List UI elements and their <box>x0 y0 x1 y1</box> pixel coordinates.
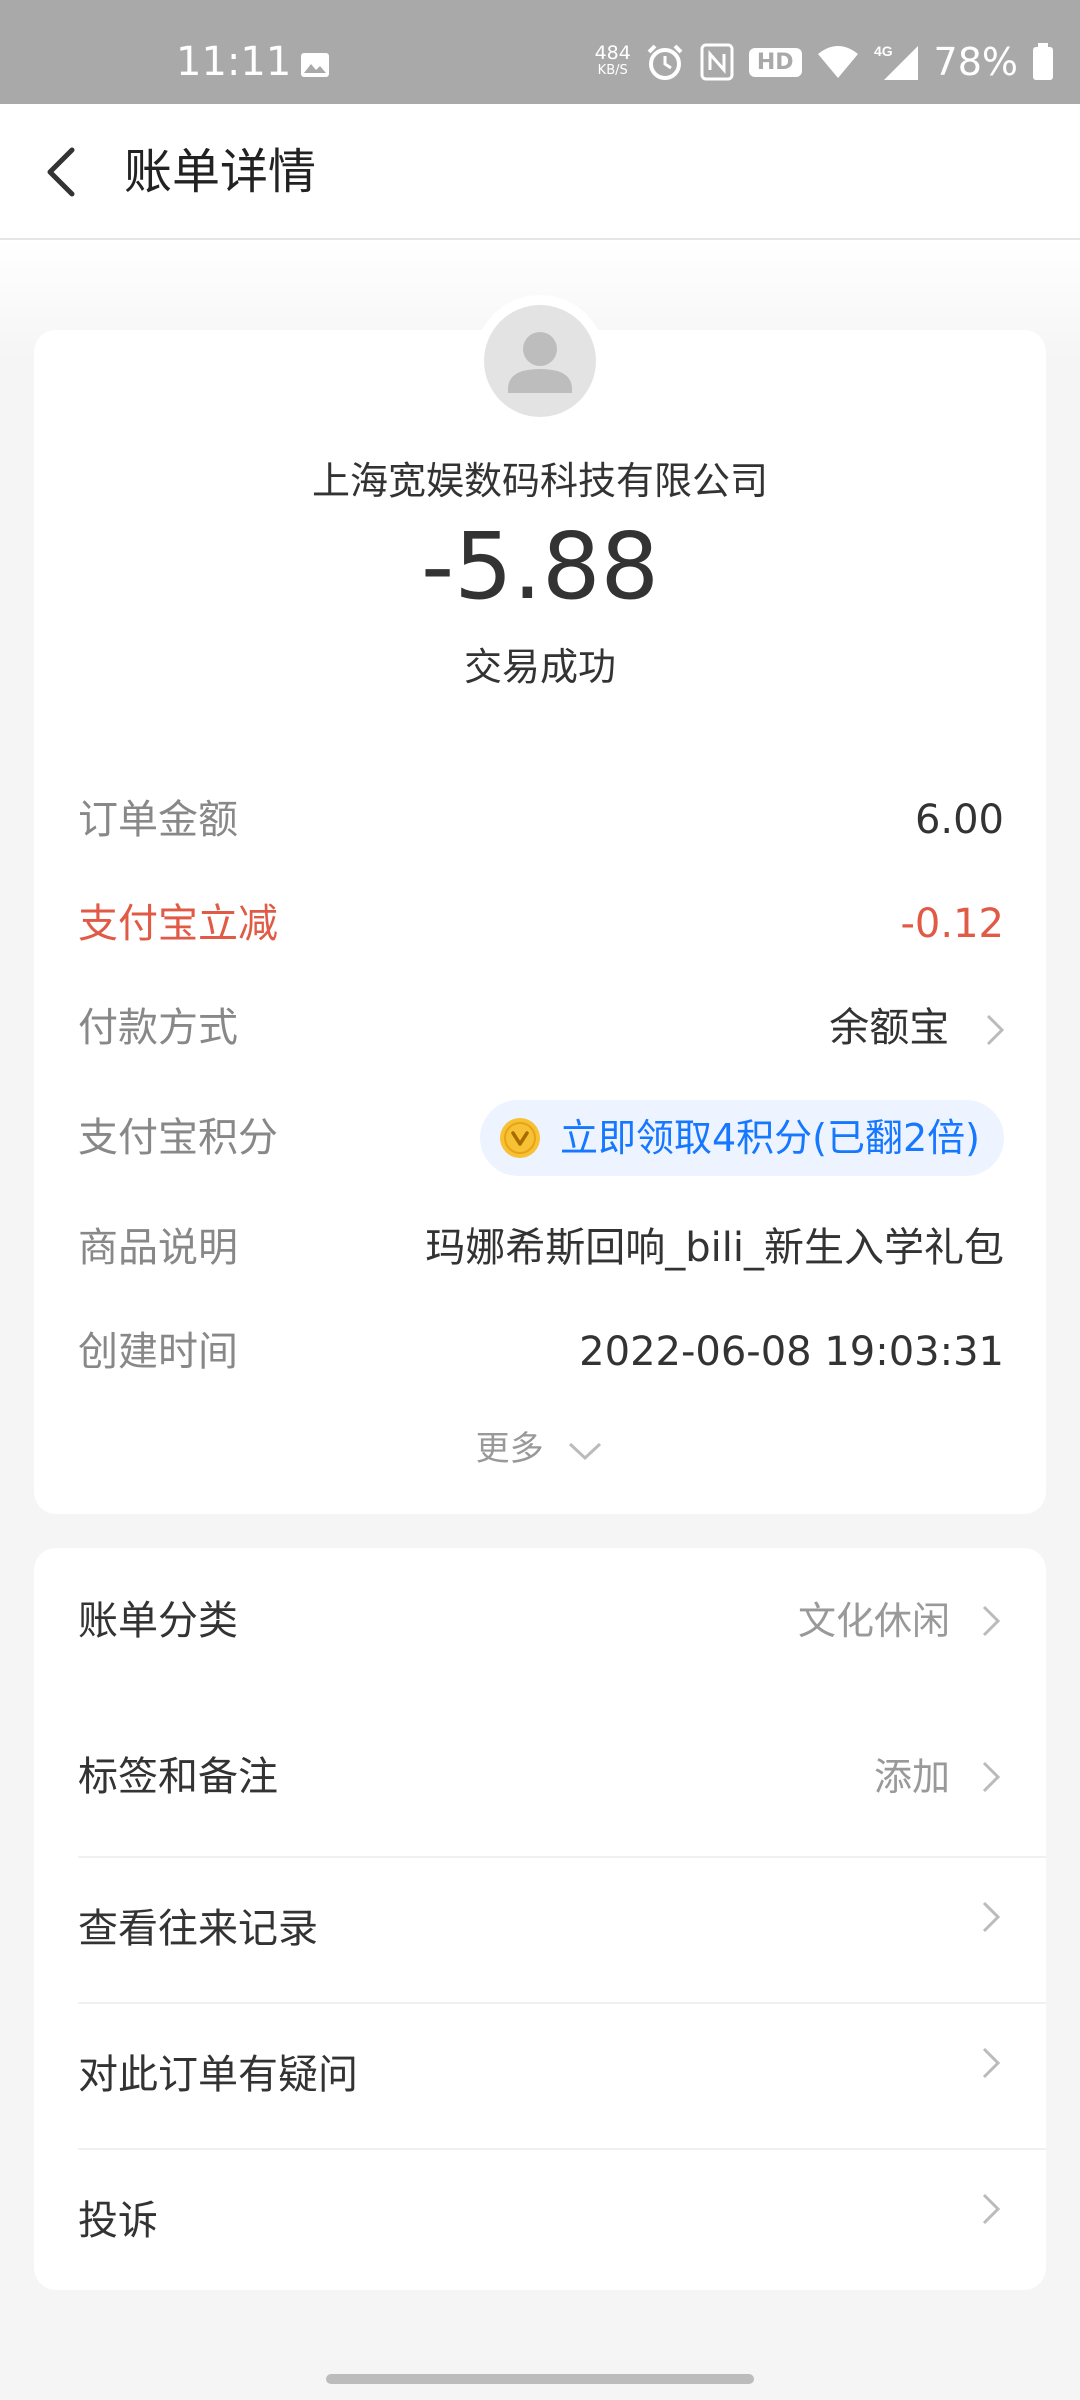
question-label: 对此订单有疑问 <box>78 2052 358 2098</box>
order-amount-row: 订单金额 6.00 <box>78 790 1004 850</box>
menu-item-category[interactable]: 账单分类 文化休闲 <box>34 1548 1046 1694</box>
home-indicator[interactable] <box>326 2374 754 2384</box>
back-arrow-icon[interactable] <box>38 142 86 202</box>
tags-value: 添加 <box>873 1755 950 1799</box>
created-time-row: 创建时间 2022-06-08 19:03:31 <box>78 1322 1004 1382</box>
chevron-right-icon <box>982 2193 1001 2225</box>
order-amount-label: 订单金额 <box>78 797 238 843</box>
history-label: 查看往来记录 <box>78 1906 318 1952</box>
coin-icon <box>499 1118 540 1158</box>
nfc-icon <box>700 43 734 81</box>
history-chevron-wrap <box>950 1899 1002 1935</box>
product-label: 商品说明 <box>78 1225 238 1271</box>
claim-points-button[interactable]: 立即领取4积分(已翻2倍) <box>479 1100 1004 1176</box>
created-time-label: 创建时间 <box>78 1329 238 1375</box>
tags-value-wrap: 添加 <box>874 1747 1002 1807</box>
merchant-avatar <box>484 305 596 417</box>
transaction-status: 交易成功 <box>463 645 616 689</box>
person-placeholder-icon <box>508 332 572 393</box>
menu-item-question[interactable]: 对此订单有疑问 <box>34 2002 1046 2148</box>
page-title: 账单详情 <box>124 144 317 200</box>
merchant-name: 上海宽娱数码科技有限公司 <box>311 459 768 503</box>
net-speed: 484 KB/S <box>594 42 631 79</box>
chevron-right-icon <box>982 2047 1001 2079</box>
category-label: 账单分类 <box>78 1598 238 1644</box>
category-value-wrap: 文化休闲 <box>798 1591 1002 1651</box>
payment-method-value: 余额宝 <box>829 1005 950 1051</box>
tags-label: 标签和备注 <box>78 1754 278 1800</box>
chevron-right-icon <box>982 1761 1001 1793</box>
net-speed-value: 484 <box>594 42 631 64</box>
product-value: 玛娜希斯回响_bili_新生入学礼包 <box>425 1225 1004 1271</box>
product-row: 商品说明 玛娜希斯回响_bili_新生入学礼包 <box>78 1218 1004 1278</box>
points-row: 支付宝积分 立即领取4积分(已翻2倍) <box>78 1100 1004 1176</box>
status-time: 11:11 <box>176 39 292 85</box>
nav-bar: 账单详情 <box>0 104 1080 240</box>
status-bar: 11:11 484 KB/S HD 4G 78% <box>0 0 1080 104</box>
category-value: 文化休闲 <box>797 1599 950 1643</box>
question-chevron-wrap <box>950 2045 1002 2081</box>
menu-item-tags[interactable]: 标签和备注 添加 <box>34 1704 1046 1850</box>
discount-value: -0.12 <box>900 901 1005 947</box>
menu-item-complaint[interactable]: 投诉 <box>34 2148 1046 2294</box>
alarm-icon <box>647 44 683 80</box>
battery-icon <box>1033 43 1053 80</box>
points-label: 支付宝积分 <box>78 1115 278 1161</box>
discount-row: 支付宝立减 -0.12 <box>78 894 1004 954</box>
payment-method-value-wrap: 余额宝 <box>829 998 1006 1058</box>
chevron-right-icon <box>986 1014 1005 1046</box>
menu-item-history[interactable]: 查看往来记录 <box>34 1856 1046 2002</box>
complaint-chevron-wrap <box>950 2191 1002 2227</box>
claim-points-label: 立即领取4积分(已翻2倍) <box>559 1116 980 1160</box>
payment-method-row[interactable]: 付款方式 余额宝 <box>78 998 1006 1058</box>
gallery-icon <box>301 53 329 77</box>
order-amount-value: 6.00 <box>914 797 1004 843</box>
bill-amount: -5.88 <box>420 513 660 620</box>
wifi-icon <box>817 46 858 78</box>
more-button[interactable]: 更多 <box>0 1424 1080 1474</box>
created-time-value: 2022-06-08 19:03:31 <box>579 1329 1004 1375</box>
cellular-signal-icon: 4G <box>874 43 918 80</box>
net-speed-unit: KB/S <box>597 63 628 78</box>
network-type-label: 4G <box>874 43 893 59</box>
discount-label: 支付宝立减 <box>78 901 278 947</box>
more-label: 更多 <box>475 1429 544 1469</box>
chevron-right-icon <box>982 1605 1001 1637</box>
chevron-down-icon <box>569 1442 602 1460</box>
hd-badge: HD <box>748 47 802 77</box>
chevron-right-icon <box>982 1901 1001 1933</box>
battery-level: 78% <box>933 40 1018 84</box>
complaint-label: 投诉 <box>78 2198 158 2244</box>
payment-method-label: 付款方式 <box>78 1005 238 1051</box>
